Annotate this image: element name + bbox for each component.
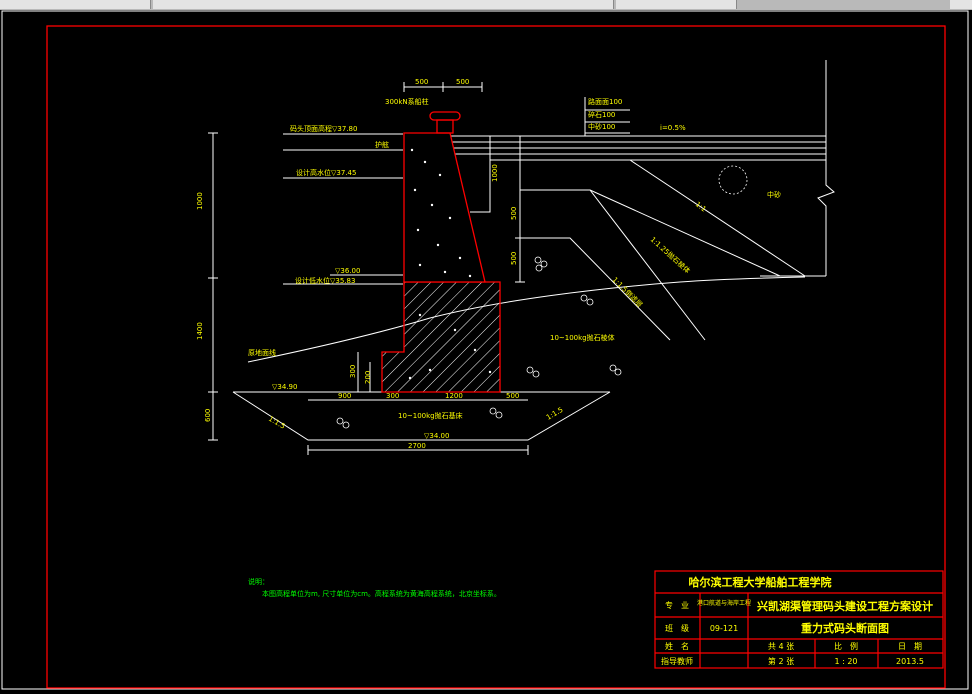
scale-value: 1 : 20 (834, 657, 857, 666)
project-title: 兴凯湖渠管理码头建设工程方案设计 (757, 599, 933, 613)
dim-top-1: 500 (415, 78, 428, 86)
design-high-water-label: 设计高水位▽37.45 (296, 168, 356, 177)
mid-dim-3: 500 (510, 252, 518, 265)
road-layer-3: 中砂100 (588, 122, 615, 131)
sheet-number: 第 2 张 (768, 656, 794, 666)
toolbar-slot[interactable] (0, 0, 151, 9)
elevation-36-label: ▽36.00 (335, 267, 360, 275)
class-value: 09-121 (710, 624, 738, 633)
date-label: 日 期 (898, 642, 922, 651)
name-label: 姓 名 (665, 641, 689, 651)
toolbar-slot[interactable] (616, 0, 737, 9)
section-geometry (208, 60, 835, 455)
road-layer-1: 路面面100 (588, 97, 622, 106)
design-low-water-label: 设计低水位▽35.83 (295, 276, 355, 285)
left-dim-1: 1000 (196, 192, 204, 210)
small-dim-1: 300 (349, 365, 357, 378)
toolbar-slot[interactable] (950, 0, 972, 9)
bottom-dim-3: 1200 (445, 392, 463, 400)
bollard-label: 300kN系船柱 (385, 97, 429, 106)
bottom-dim-1: 900 (338, 392, 351, 400)
small-dim-2: 200 (364, 371, 372, 384)
rubble-bed-label: 10~100kg抛石基床 (398, 411, 463, 420)
dim-top-2: 500 (456, 78, 469, 86)
sheets-total: 共 4 张 (768, 642, 794, 651)
backfill-slope-2: 1:1.25抛石棱体 (649, 235, 692, 275)
toolbar-slot[interactable] (153, 0, 614, 9)
beam-label: 护舷 (375, 140, 389, 149)
date-value: 2013.5 (896, 657, 924, 666)
drawing-title: 重力式码头断面图 (801, 621, 889, 635)
window-top-bar (0, 0, 972, 10)
school-name: 哈尔滨工程大学船舶工程学院 (689, 575, 832, 589)
mid-dim-1: 1000 (491, 164, 499, 182)
bottom-dim-2: 300 (386, 392, 399, 400)
cad-drawing-canvas[interactable]: 500 500 300kN系船柱 路面面100 碎石100 中砂100 i=0.… (0, 10, 972, 694)
road-layer-2: 碎石100 (588, 110, 615, 119)
rubble-prism-label: 10~100kg抛石棱体 (550, 333, 615, 342)
notes-line-1: 本图高程单位为m, 尺寸单位为cm。高程系统为黄海高程系统，北京坐标系。 (262, 589, 501, 598)
elevation-3490-label: ▽34.90 (272, 383, 297, 391)
scale-label: 比 例 (834, 641, 858, 651)
major-value: 港口航道与海岸工程 (697, 599, 751, 607)
upper-wall-body (403, 132, 486, 283)
advisor-label: 指导教师 (661, 656, 693, 666)
elevation-3400-label: ▽34.00 (424, 432, 449, 440)
seabed-line-label: 原地面线 (248, 348, 276, 357)
lower-concrete-block (381, 281, 501, 393)
top-elevation-label: 码头顶面高程▽37.80 (290, 124, 357, 133)
bed-slope-left: 1:1.5 (267, 415, 287, 431)
major-label: 专 业 (665, 600, 689, 610)
bed-slope-right: 1:1.5 (545, 406, 565, 422)
backfill-slope-3: 1:1.5倒滤层 (611, 275, 645, 309)
bottom-dim-4: 500 (506, 392, 519, 400)
total-width-dim: 2700 (408, 442, 426, 450)
backfill-slope-1: 1:1 (694, 200, 708, 213)
class-label: 班 级 (665, 623, 689, 633)
bollard (429, 111, 461, 134)
left-dim-3: 600 (204, 409, 212, 422)
notes-title: 说明： (248, 577, 269, 586)
left-dim-2: 1400 (196, 322, 204, 340)
road-slope-label: i=0.5% (660, 124, 686, 132)
mid-dim-2: 500 (510, 207, 518, 220)
medium-sand-label: 中砂 (767, 190, 781, 199)
